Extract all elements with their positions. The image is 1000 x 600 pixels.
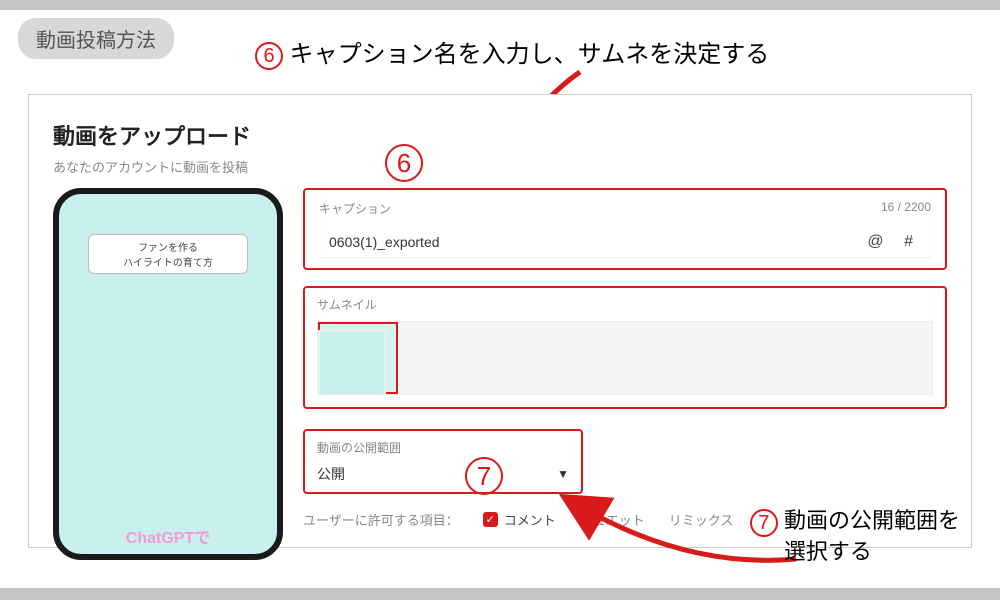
marker-6: 6 bbox=[385, 144, 423, 182]
thumbnail-label: サムネイル bbox=[317, 296, 933, 313]
privacy-section: 動画の公開範囲 公開 ▼ 7 bbox=[303, 429, 583, 494]
thumbnail-frame[interactable] bbox=[475, 322, 551, 394]
caption-label: キャプション bbox=[319, 200, 391, 217]
thumbnail-frame[interactable] bbox=[856, 322, 932, 394]
bottom-divider bbox=[0, 588, 1000, 600]
thumbnail-selected-overlay[interactable] bbox=[318, 330, 386, 395]
mention-hashtag-buttons[interactable]: @ # bbox=[867, 233, 921, 251]
page-subtitle: あなたのアカウントに動画を投稿 bbox=[53, 157, 947, 176]
callout-right: 7 動画の公開範囲を 選択する bbox=[750, 506, 960, 568]
chevron-down-icon: ▼ bbox=[557, 467, 569, 481]
circled-7-right: 7 bbox=[750, 509, 778, 537]
phone-bottom-text: ChatGPTで bbox=[126, 524, 210, 548]
upload-panel: 動画をアップロード あなたのアカウントに動画を投稿 ファンを作る ハイライトの育… bbox=[28, 94, 972, 548]
page-title: 動画をアップロード bbox=[53, 119, 947, 151]
thumbnail-strip[interactable] bbox=[317, 321, 933, 395]
privacy-value: 公開 bbox=[317, 464, 345, 484]
phone-banner: ファンを作る ハイライトの育て方 bbox=[88, 234, 248, 274]
thumbnail-frame[interactable] bbox=[780, 322, 856, 394]
permissions-label: ユーザーに許可する項目： bbox=[303, 510, 459, 529]
checkbox-checked-icon: ✓ bbox=[483, 512, 498, 527]
marker-7: 7 bbox=[465, 457, 503, 495]
header-pill: 動画投稿方法 bbox=[18, 18, 174, 59]
callout-top: 6 キャプション名を入力し、サムネを決定する bbox=[255, 34, 769, 70]
thumbnail-frame[interactable] bbox=[703, 322, 779, 394]
thumbnail-frame[interactable] bbox=[627, 322, 703, 394]
permission-remix[interactable]: リミックス bbox=[669, 510, 734, 529]
thumbnail-frame[interactable] bbox=[551, 322, 627, 394]
permission-duet[interactable]: デュエット bbox=[580, 510, 645, 529]
permission-comment[interactable]: ✓ コメント bbox=[483, 510, 556, 529]
circled-6-top: 6 bbox=[255, 42, 283, 70]
privacy-select[interactable]: 公開 ▼ bbox=[317, 464, 569, 484]
caption-counter: 16 / 2200 bbox=[881, 200, 931, 217]
callout-top-text: キャプション名を入力し、サムネを決定する bbox=[290, 41, 770, 68]
privacy-label: 動画の公開範囲 bbox=[317, 439, 569, 456]
thumbnail-frame[interactable] bbox=[398, 322, 474, 394]
caption-input[interactable] bbox=[329, 234, 743, 250]
caption-section: 6 キャプション 16 / 2200 @ # bbox=[303, 188, 947, 270]
phone-preview: ファンを作る ハイライトの育て方 ChatGPTで bbox=[53, 188, 283, 560]
thumbnail-section: サムネイル bbox=[303, 286, 947, 409]
top-divider bbox=[0, 0, 1000, 10]
